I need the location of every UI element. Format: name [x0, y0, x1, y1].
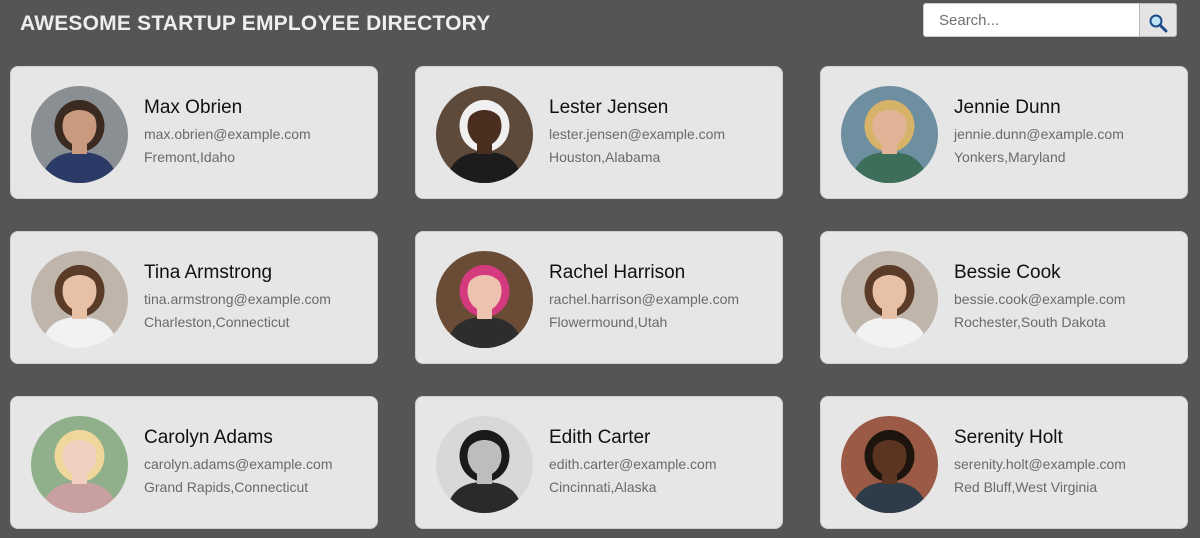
- employee-info: Tina Armstrong tina.armstrong@example.co…: [144, 262, 331, 331]
- employee-email: rachel.harrison@example.com: [549, 291, 740, 307]
- search-button[interactable]: [1139, 3, 1177, 37]
- employee-card[interactable]: Rachel Harrison rachel.harrison@example.…: [415, 231, 783, 364]
- app-header: AWESOME STARTUP EMPLOYEE DIRECTORY: [0, 0, 1200, 50]
- employee-email: max.obrien@example.com: [144, 126, 311, 142]
- employee-email: edith.carter@example.com: [549, 456, 717, 472]
- employee-card[interactable]: Carolyn Adams carolyn.adams@example.com …: [10, 396, 378, 529]
- employee-card[interactable]: Bessie Cook bessie.cook@example.com Roch…: [820, 231, 1188, 364]
- employee-info: Jennie Dunn jennie.dunn@example.com Yonk…: [954, 97, 1124, 166]
- employee-location: Charleston,Connecticut: [144, 314, 290, 330]
- employee-email: lester.jensen@example.com: [549, 126, 726, 142]
- employee-location: Yonkers,Maryland: [954, 149, 1066, 165]
- search-input[interactable]: [923, 3, 1140, 37]
- employee-name: Jennie Dunn: [954, 97, 1061, 118]
- avatar: [841, 86, 938, 183]
- employee-location: Red Bluff,West Virginia: [954, 479, 1098, 495]
- employee-name: Tina Armstrong: [144, 262, 273, 283]
- employee-location: Grand Rapids,Connecticut: [144, 479, 309, 495]
- employee-name: Edith Carter: [549, 427, 651, 448]
- employee-location: Flowermound,Utah: [549, 314, 668, 330]
- employee-info: Lester Jensen lester.jensen@example.com …: [549, 97, 725, 166]
- search-form: [923, 3, 1177, 37]
- page-title: AWESOME STARTUP EMPLOYEE DIRECTORY: [20, 12, 491, 35]
- employee-name: Rachel Harrison: [549, 262, 686, 283]
- avatar: [841, 416, 938, 513]
- employee-card[interactable]: Lester Jensen lester.jensen@example.com …: [415, 66, 783, 199]
- employee-email: jennie.dunn@example.com: [954, 126, 1124, 142]
- employee-info: Carolyn Adams carolyn.adams@example.com …: [144, 427, 333, 496]
- magnifying-glass-icon: [1140, 13, 1176, 33]
- employee-name: Serenity Holt: [954, 427, 1063, 448]
- employee-info: Max Obrien max.obrien@example.com Fremon…: [144, 97, 311, 166]
- avatar: [841, 251, 938, 348]
- employee-location: Cincinnati,Alaska: [549, 479, 657, 495]
- employee-location: Rochester,South Dakota: [954, 314, 1106, 330]
- employee-name: Max Obrien: [144, 97, 243, 118]
- employee-info: Bessie Cook bessie.cook@example.com Roch…: [954, 262, 1125, 331]
- employee-card[interactable]: Max Obrien max.obrien@example.com Fremon…: [10, 66, 378, 199]
- employee-email: carolyn.adams@example.com: [144, 456, 333, 472]
- employee-gallery: Max Obrien max.obrien@example.com Fremon…: [10, 66, 1188, 529]
- avatar: [31, 86, 128, 183]
- employee-card[interactable]: Edith Carter edith.carter@example.com Ci…: [415, 396, 783, 529]
- employee-info: Edith Carter edith.carter@example.com Ci…: [549, 427, 717, 496]
- employee-location: Fremont,Idaho: [144, 149, 236, 165]
- employee-email: tina.armstrong@example.com: [144, 291, 331, 307]
- avatar: [436, 251, 533, 348]
- avatar: [31, 416, 128, 513]
- avatar: [436, 416, 533, 513]
- employee-email: serenity.holt@example.com: [954, 456, 1126, 472]
- employee-info: Rachel Harrison rachel.harrison@example.…: [549, 262, 739, 331]
- employee-location: Houston,Alabama: [549, 149, 661, 165]
- employee-name: Lester Jensen: [549, 97, 669, 118]
- employee-card[interactable]: Serenity Holt serenity.holt@example.com …: [820, 396, 1188, 529]
- employee-name: Carolyn Adams: [144, 427, 273, 448]
- avatar: [31, 251, 128, 348]
- employee-name: Bessie Cook: [954, 262, 1061, 283]
- employee-card[interactable]: Tina Armstrong tina.armstrong@example.co…: [10, 231, 378, 364]
- avatar: [436, 86, 533, 183]
- employee-info: Serenity Holt serenity.holt@example.com …: [954, 427, 1126, 496]
- employee-email: bessie.cook@example.com: [954, 291, 1126, 307]
- employee-card[interactable]: Jennie Dunn jennie.dunn@example.com Yonk…: [820, 66, 1188, 199]
